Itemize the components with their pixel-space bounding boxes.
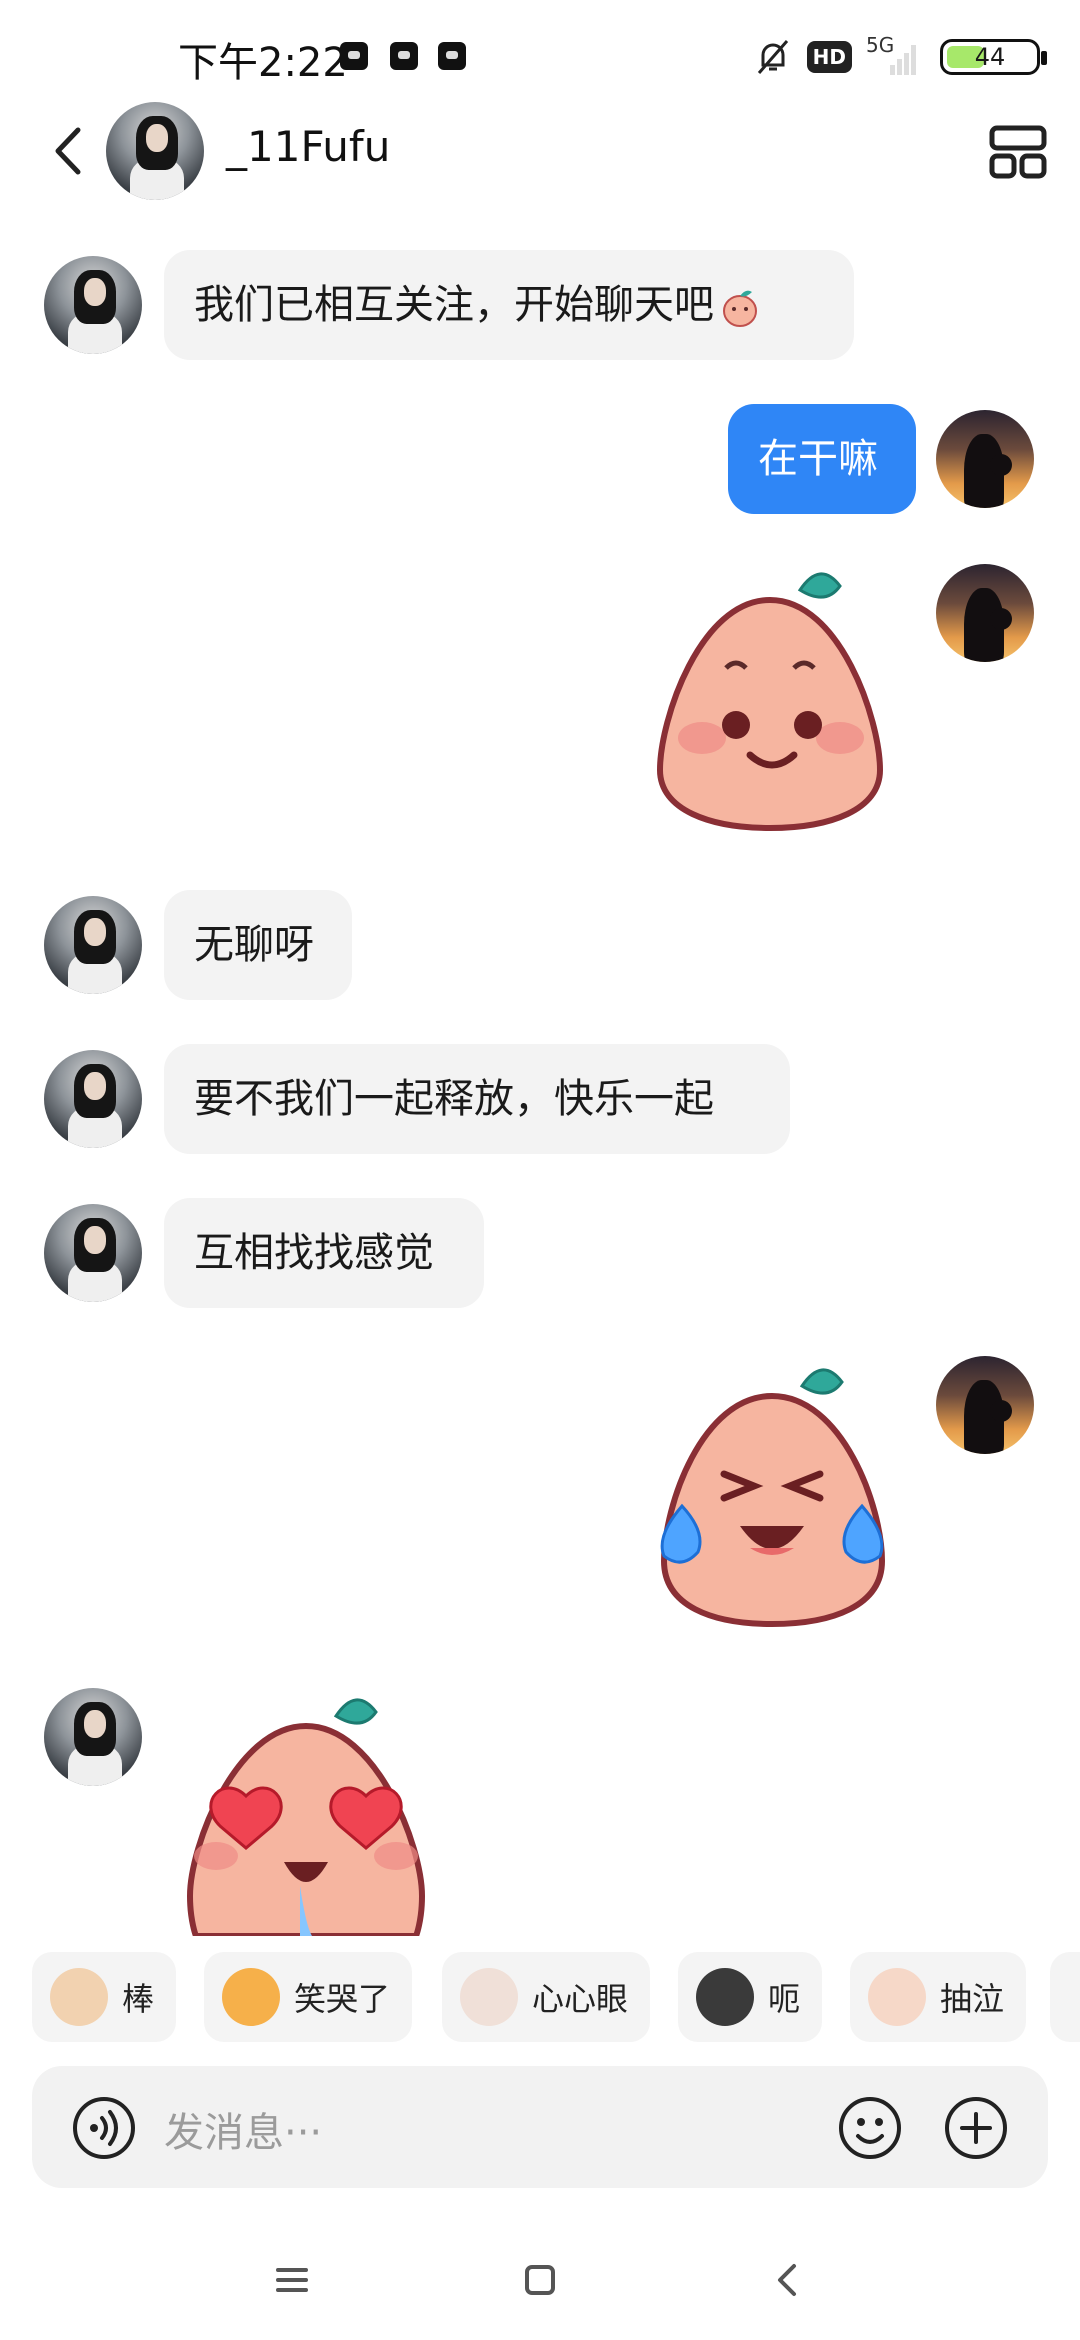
message-text: 互相找找感觉	[194, 1230, 434, 1276]
quick-sticker-chip[interactable]: 笑哭了	[204, 1952, 413, 2042]
contact-avatar[interactable]	[44, 256, 142, 354]
emoji-icon[interactable]	[838, 2096, 902, 2160]
peach-smile-sticker[interactable]	[640, 560, 900, 840]
hd-badge: HD	[806, 41, 852, 73]
peach-emoji-icon	[723, 290, 757, 327]
my-avatar[interactable]	[936, 1356, 1034, 1454]
quick-sticker-chip[interactable]	[1050, 1952, 1080, 2042]
quick-sticker-chip[interactable]: 抽泣	[850, 1952, 1027, 2042]
my-avatar[interactable]	[936, 410, 1034, 508]
message-bubble[interactable]: 在干嘛	[728, 404, 916, 514]
quick-sticker-label: 心心眼	[532, 1980, 629, 2018]
contact-avatar[interactable]	[44, 1688, 142, 1786]
message-bubble[interactable]: 我们已相互关注，开始聊天吧	[164, 250, 854, 360]
more-layout-icon[interactable]	[986, 120, 1050, 184]
message-bubble[interactable]: 要不我们一起释放，快乐一起	[164, 1044, 790, 1154]
back-icon[interactable]	[38, 116, 108, 186]
cat-awkward-icon	[696, 1968, 754, 2026]
message-text: 在干嘛	[758, 436, 878, 482]
contact-avatar[interactable]	[44, 1204, 142, 1302]
notification-app-icon	[438, 42, 466, 70]
cat-heart-eyes-icon	[460, 1968, 518, 2026]
status-icons: HD 5G 44	[753, 32, 1047, 82]
plus-icon[interactable]	[944, 2096, 1008, 2160]
system-nav-bar	[0, 2230, 1080, 2340]
quick-sticker-label: 棒	[122, 1980, 155, 2018]
message-text: 要不我们一起释放，快乐一起	[194, 1076, 714, 1122]
message-bubble[interactable]: 互相找找感觉	[164, 1198, 484, 1308]
cat-laugh-cry-icon	[222, 1968, 280, 2026]
quick-sticker-label: 呃	[768, 1980, 801, 2018]
contact-avatar[interactable]	[44, 896, 142, 994]
bell-muted-icon	[757, 40, 788, 74]
contact-name[interactable]: _11Fufu	[226, 122, 390, 171]
message-text: 我们已相互关注，开始聊天吧	[194, 282, 714, 328]
notification-app-icon	[340, 42, 368, 70]
status-time: 下午2:22	[178, 40, 348, 86]
signal-icon: 5G	[866, 33, 926, 77]
quick-sticker-label: 笑哭了	[294, 1980, 391, 2018]
home-icon[interactable]	[510, 2250, 570, 2310]
chat-header: _11Fufu	[0, 96, 1080, 206]
message-bubble[interactable]: 无聊呀	[164, 890, 352, 1000]
menu-icon[interactable]	[262, 2250, 322, 2310]
my-avatar[interactable]	[936, 564, 1034, 662]
battery-level: 44	[974, 43, 1006, 71]
battery-icon: 44	[940, 39, 1047, 75]
quick-sticker-chip[interactable]: 棒	[32, 1952, 177, 2042]
message-input-bar: 发消息···	[32, 2066, 1048, 2188]
message-text: 无聊呀	[194, 922, 314, 968]
contact-avatar[interactable]	[44, 1050, 142, 1148]
notification-app-icon	[390, 42, 418, 70]
peach-laugh-cry-sticker[interactable]	[632, 1356, 912, 1636]
quick-sticker-chip[interactable]: 心心眼	[442, 1952, 651, 2042]
quick-sticker-chip[interactable]: 呃	[678, 1952, 823, 2042]
peach-heart-eyes-sticker[interactable]	[176, 1686, 436, 1936]
message-input[interactable]: 发消息···	[164, 2100, 322, 2158]
nav-back-icon[interactable]	[758, 2250, 818, 2310]
quick-sticker-bar: 棒 笑哭了 心心眼 呃 抽泣	[0, 1952, 1080, 2046]
voice-icon[interactable]	[72, 2096, 136, 2160]
quick-sticker-label: 抽泣	[940, 1980, 1005, 2018]
cat-sob-icon	[868, 1968, 926, 2026]
contact-avatar[interactable]	[106, 102, 204, 200]
cat-thumbs-up-icon	[50, 1968, 108, 2026]
